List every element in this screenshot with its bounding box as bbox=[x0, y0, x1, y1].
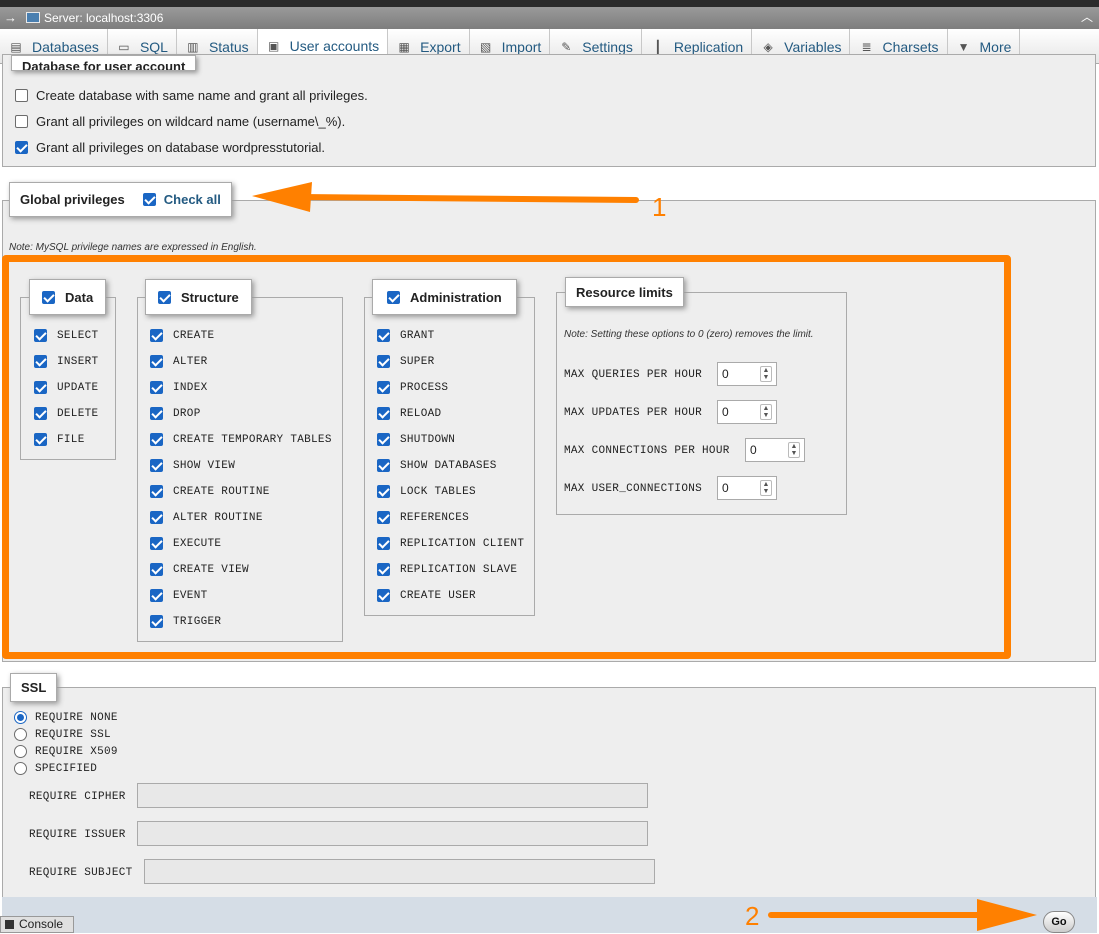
charsets-icon: ≣ bbox=[861, 39, 872, 54]
ssl-option-label: REQUIRE NONE bbox=[35, 711, 118, 724]
global-privileges-legend: Global privileges Check all bbox=[9, 182, 232, 217]
tab-label: More bbox=[979, 38, 1012, 55]
ssl-radio[interactable] bbox=[14, 728, 27, 741]
global-privileges-title: Global privileges bbox=[20, 192, 125, 207]
ssl-require-none[interactable]: REQUIRE NONE bbox=[14, 711, 118, 724]
ssl-legend: SSL bbox=[10, 673, 58, 702]
ssl-title: SSL bbox=[21, 680, 47, 695]
annotation-arrow-2 bbox=[768, 899, 1037, 931]
server-title[interactable]: Server: localhost:3306 bbox=[44, 7, 163, 29]
console-toggle[interactable]: Console bbox=[0, 916, 74, 933]
settings-icon: ✎ bbox=[561, 39, 572, 54]
replication-icon: ┃ bbox=[654, 39, 662, 54]
database-legend: Database for user account bbox=[11, 55, 197, 71]
annotation-step-2: 2 bbox=[745, 901, 760, 931]
status-icon: ▥ bbox=[187, 39, 199, 54]
tab-label: User accounts bbox=[289, 38, 380, 54]
privilege-names-note: Note: MySQL privilege names are expresse… bbox=[9, 242, 257, 253]
db-option-wildcard[interactable]: Grant all privileges on wildcard name (u… bbox=[15, 114, 345, 129]
ssl-require-ssl[interactable]: REQUIRE SSL bbox=[14, 728, 111, 741]
db-option-label: Grant all privileges on wildcard name (u… bbox=[36, 114, 346, 129]
ssl-radio[interactable] bbox=[14, 711, 27, 724]
tab-label: Replication bbox=[673, 38, 744, 55]
arrow-right-icon[interactable]: → bbox=[4, 7, 17, 29]
ssl-radio[interactable] bbox=[14, 762, 27, 775]
collapse-icon[interactable]: ︿ bbox=[1081, 6, 1093, 28]
console-icon bbox=[5, 920, 14, 929]
ssl-radio[interactable] bbox=[14, 745, 27, 758]
check-all-label[interactable]: Check all bbox=[164, 192, 221, 207]
chevron-down-icon: ▼ bbox=[957, 39, 970, 54]
variables-icon: ◈ bbox=[763, 39, 773, 54]
db-option-checkbox[interactable] bbox=[15, 89, 28, 102]
annotation-step-1: 1 bbox=[652, 192, 667, 222]
tab-label: Charsets bbox=[882, 38, 939, 55]
go-button[interactable]: Go bbox=[1043, 911, 1075, 933]
db-option-checkbox[interactable] bbox=[15, 141, 28, 154]
user-accounts-icon: ▣ bbox=[267, 39, 280, 53]
db-option-wordpresstutorial[interactable]: Grant all privileges on database wordpre… bbox=[15, 140, 325, 155]
import-icon: ▧ bbox=[479, 39, 492, 54]
tab-label: Status bbox=[208, 38, 249, 55]
require-subject-label: REQUIRE SUBJECT bbox=[29, 867, 133, 879]
window-top-edge bbox=[0, 0, 1099, 7]
ssl-specified[interactable]: SPECIFIED bbox=[14, 762, 97, 775]
tab-label: Variables bbox=[784, 38, 842, 55]
tab-label: Export bbox=[420, 38, 461, 55]
ssl-require-x509[interactable]: REQUIRE X509 bbox=[14, 745, 118, 758]
db-option-label: Grant all privileges on database wordpre… bbox=[36, 140, 326, 155]
server-icon bbox=[26, 12, 40, 23]
tab-label: Import bbox=[501, 38, 542, 55]
tab-label: SQL bbox=[139, 38, 168, 55]
sql-icon: ▭ bbox=[118, 39, 130, 54]
ssl-option-label: REQUIRE SSL bbox=[35, 728, 111, 741]
annotation-arrow-1 bbox=[252, 182, 639, 212]
require-cipher-input[interactable] bbox=[137, 783, 648, 808]
require-issuer-label: REQUIRE ISSUER bbox=[29, 829, 126, 841]
console-label: Console bbox=[19, 917, 64, 931]
tab-label: Settings bbox=[582, 38, 633, 55]
tab-label: Databases bbox=[32, 38, 99, 55]
page-content: Database for user account Create databas… bbox=[0, 54, 1099, 933]
db-option-label: Create database with same name and grant… bbox=[36, 88, 368, 103]
databases-icon: ▤ bbox=[10, 39, 22, 54]
export-icon: ▦ bbox=[398, 39, 410, 54]
db-option-same-name[interactable]: Create database with same name and grant… bbox=[15, 88, 368, 103]
check-all-checkbox[interactable] bbox=[142, 193, 156, 206]
highlight-box bbox=[2, 255, 1011, 659]
require-subject-input[interactable] bbox=[144, 859, 655, 884]
ssl-option-label: REQUIRE X509 bbox=[35, 745, 118, 758]
db-option-checkbox[interactable] bbox=[15, 115, 28, 128]
require-issuer-input[interactable] bbox=[137, 821, 648, 846]
require-cipher-label: REQUIRE CIPHER bbox=[29, 791, 126, 803]
ssl-option-label: SPECIFIED bbox=[35, 762, 98, 775]
server-breadcrumb: → Server: localhost:3306 ︿ bbox=[0, 7, 1099, 29]
